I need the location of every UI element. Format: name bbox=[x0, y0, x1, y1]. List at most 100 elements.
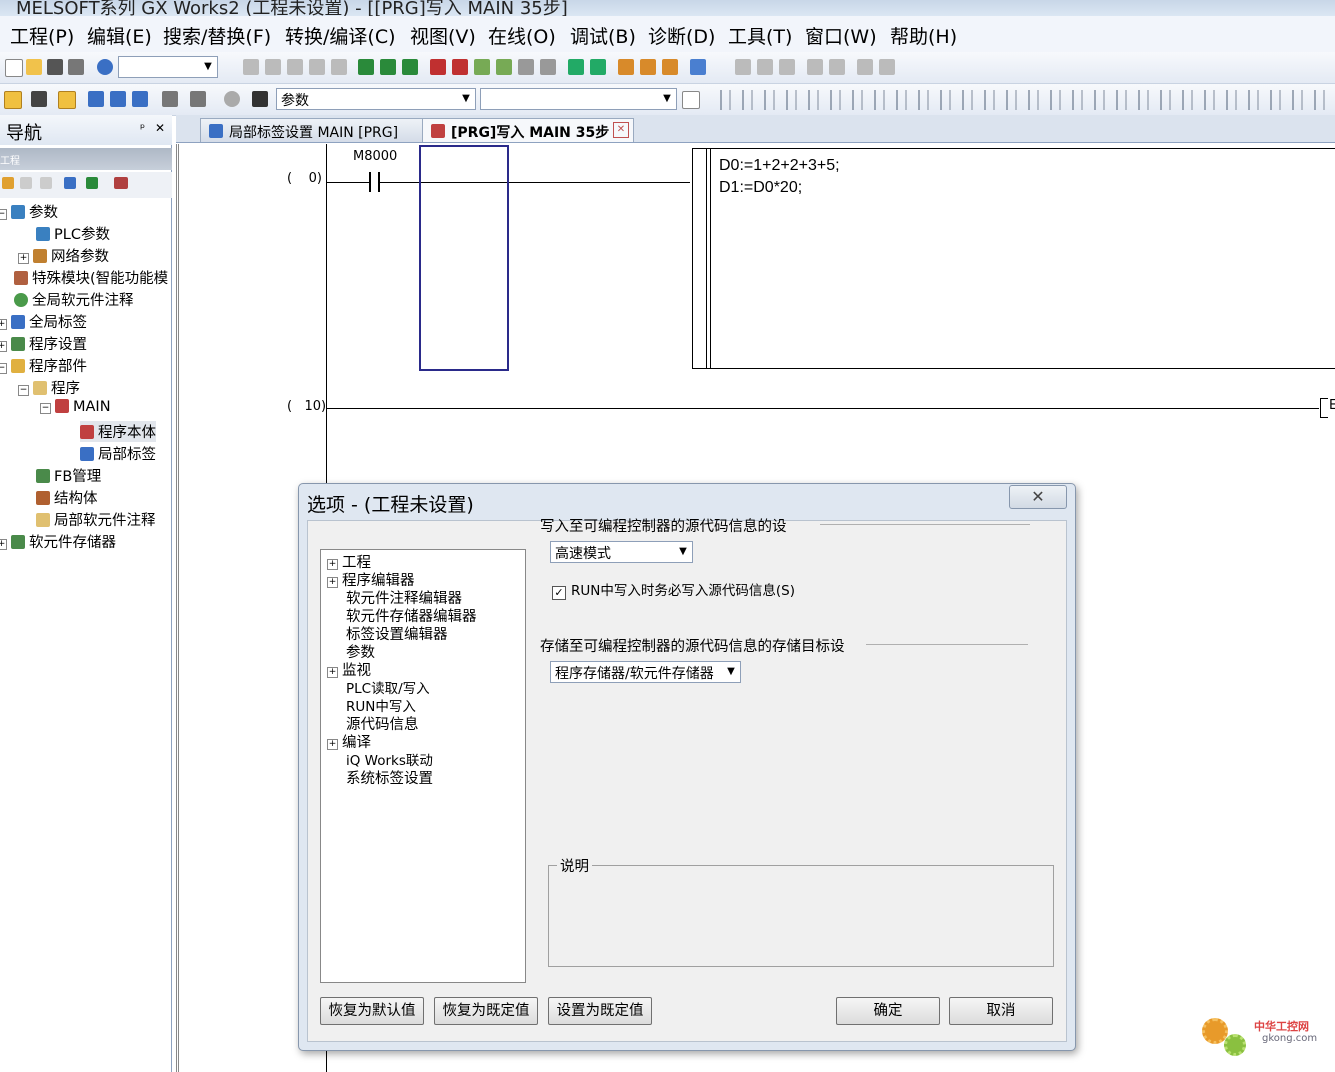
tree-item-iq-works[interactable]: iQ Works联动 bbox=[346, 749, 433, 769]
target-combo[interactable]: ▼ bbox=[480, 88, 677, 110]
plc-write-icon[interactable] bbox=[452, 59, 468, 75]
cut-icon[interactable] bbox=[243, 59, 259, 75]
nav-item-parameter[interactable]: − 参数 bbox=[0, 201, 58, 222]
set-preset-button[interactable]: 设置为既定值 bbox=[548, 997, 652, 1025]
open-folder-icon[interactable] bbox=[26, 59, 42, 75]
menu-diagnostics[interactable]: 诊断(D) bbox=[648, 22, 715, 49]
device-read-icon[interactable] bbox=[358, 59, 374, 75]
monitor-icon[interactable] bbox=[474, 59, 490, 75]
nav-item-structure[interactable]: 结构体 bbox=[36, 487, 98, 508]
undo-icon[interactable] bbox=[309, 59, 325, 75]
ladder-symbol-toolbar[interactable] bbox=[720, 90, 1330, 110]
write-mode-select[interactable]: 高速模式 ▼ bbox=[550, 541, 693, 563]
menu-online[interactable]: 在线(O) bbox=[488, 22, 556, 49]
menu-project[interactable]: 工程(P) bbox=[10, 22, 74, 49]
ladder-tool-2-icon[interactable] bbox=[757, 59, 773, 75]
ladder-tool-icon[interactable] bbox=[735, 59, 751, 75]
nav-item-program-parts[interactable]: − 程序部件 bbox=[0, 355, 87, 376]
output-window-icon[interactable] bbox=[58, 91, 76, 109]
ok-button[interactable]: 确定 bbox=[836, 997, 940, 1025]
close-icon[interactable]: ✕ bbox=[155, 121, 165, 135]
run-write-checkbox-row[interactable]: ✓ RUN中写入时务必写入源代码信息(S) bbox=[552, 579, 795, 600]
page-icon[interactable] bbox=[682, 91, 700, 109]
copy-icon[interactable] bbox=[20, 177, 32, 189]
cross-reference-icon[interactable] bbox=[224, 91, 240, 107]
transfer-icon[interactable] bbox=[618, 59, 634, 75]
dialog-close-button[interactable]: ✕ bbox=[1009, 485, 1067, 509]
online-change-icon[interactable] bbox=[690, 59, 706, 75]
nav-item-fb-management[interactable]: FB管理 bbox=[36, 465, 101, 486]
copy-icon[interactable] bbox=[265, 59, 281, 75]
sort-icon[interactable] bbox=[114, 177, 128, 189]
tree-item-online-change[interactable]: RUN中写入 bbox=[346, 695, 416, 715]
new-file-icon[interactable] bbox=[5, 59, 23, 77]
monitor-all-icon[interactable] bbox=[540, 59, 556, 75]
paste-icon[interactable] bbox=[40, 177, 52, 189]
cancel-button[interactable]: 取消 bbox=[949, 997, 1053, 1025]
menu-edit[interactable]: 编辑(E) bbox=[87, 22, 152, 49]
nav-item-local-label[interactable]: 局部标签 bbox=[80, 443, 156, 464]
nav-item-program-body[interactable]: 程序本体 bbox=[80, 421, 156, 442]
save-icon[interactable] bbox=[47, 59, 63, 75]
nav-item-plc-parameter[interactable]: PLC参数 bbox=[36, 223, 110, 244]
nav-item-main[interactable]: − MAIN bbox=[40, 399, 111, 415]
inline-st-code[interactable]: D0:=1+2+2+3+5; D1:=D0*20; bbox=[719, 155, 840, 199]
simulation-stop-icon[interactable] bbox=[590, 59, 606, 75]
nav-item-special-module[interactable]: 特殊模块(智能功能模 bbox=[14, 267, 168, 288]
properties-icon[interactable] bbox=[64, 177, 76, 189]
menu-help[interactable]: 帮助(H) bbox=[890, 22, 957, 49]
dev-memory-icon[interactable] bbox=[132, 91, 148, 107]
tab-local-label[interactable]: 局部标签设置 MAIN [PRG] bbox=[200, 118, 432, 142]
nav-item-global-device-comment[interactable]: 全局软元件注释 bbox=[14, 289, 134, 310]
dev-batch-icon[interactable] bbox=[110, 91, 126, 107]
transfer-back-icon[interactable] bbox=[640, 59, 656, 75]
paste-icon[interactable] bbox=[287, 59, 303, 75]
nav-item-program[interactable]: − 程序 bbox=[18, 377, 80, 398]
watch-icon[interactable] bbox=[162, 91, 178, 107]
statement-icon[interactable] bbox=[857, 59, 873, 75]
restore-default-button[interactable]: 恢复为默认值 bbox=[320, 997, 424, 1025]
nav-item-global-label[interactable]: + 全局标签 bbox=[0, 311, 87, 332]
nav-item-local-device-comment[interactable]: 局部软元件注释 bbox=[36, 509, 156, 530]
menu-debug[interactable]: 调试(B) bbox=[570, 22, 636, 49]
tab-main-program[interactable]: [PRG]写入 MAIN 35步 ✕ bbox=[422, 118, 634, 142]
ladder-tool-3-icon[interactable] bbox=[779, 59, 795, 75]
monitor-start-icon[interactable] bbox=[518, 59, 534, 75]
help-icon[interactable] bbox=[97, 59, 113, 75]
simulation-icon[interactable] bbox=[568, 59, 584, 75]
menu-window[interactable]: 窗口(W) bbox=[805, 22, 877, 49]
monitor-stop-icon[interactable] bbox=[496, 59, 512, 75]
note-icon[interactable] bbox=[879, 59, 895, 75]
pin-icon[interactable]: ᵖ bbox=[140, 121, 145, 135]
menu-view[interactable]: 视图(V) bbox=[410, 22, 476, 49]
zoom-icon[interactable] bbox=[807, 59, 823, 75]
find-icon[interactable] bbox=[190, 91, 206, 107]
refresh-icon[interactable] bbox=[86, 177, 98, 189]
comment-icon[interactable] bbox=[829, 59, 845, 75]
redo-icon[interactable] bbox=[331, 59, 347, 75]
navigation-toggle-icon[interactable] bbox=[4, 91, 22, 109]
toolbar-combo-1[interactable]: ▼ bbox=[118, 56, 218, 78]
plc-read-icon[interactable] bbox=[430, 59, 446, 75]
tree-item-plc-read-write[interactable]: PLC读取/写入 bbox=[346, 677, 430, 697]
nav-item-device-memory[interactable]: + 软元件存储器 bbox=[0, 531, 116, 552]
menu-tools[interactable]: 工具(T) bbox=[728, 22, 792, 49]
nav-item-network-parameter[interactable]: + 网络参数 bbox=[18, 245, 109, 266]
tree-item-system-label[interactable]: 系统标签设置 bbox=[346, 767, 433, 788]
device-write-icon[interactable] bbox=[380, 59, 396, 75]
transfer-verify-icon[interactable] bbox=[662, 59, 678, 75]
run-write-checkbox[interactable]: ✓ bbox=[552, 586, 566, 600]
inline-st-box[interactable]: D0:=1+2+2+3+5; D1:=D0*20; bbox=[692, 148, 1335, 369]
binoculars-icon[interactable] bbox=[252, 91, 268, 107]
device-verify-icon[interactable] bbox=[402, 59, 418, 75]
restore-preset-button[interactable]: 恢复为既定值 bbox=[434, 997, 538, 1025]
dev-list-icon[interactable] bbox=[88, 91, 104, 107]
new-data-icon[interactable] bbox=[2, 177, 14, 189]
menu-convert[interactable]: 转换/编译(C) bbox=[285, 22, 396, 49]
parameter-combo[interactable]: 参数 ▼ bbox=[276, 88, 476, 110]
element-selection-icon[interactable] bbox=[31, 91, 47, 107]
menu-find-replace[interactable]: 搜索/替换(F) bbox=[163, 22, 271, 49]
print-icon[interactable] bbox=[68, 59, 84, 75]
nav-item-program-setting[interactable]: + 程序设置 bbox=[0, 333, 87, 354]
storage-target-select[interactable]: 程序存储器/软元件存储器 ▼ bbox=[550, 661, 741, 683]
